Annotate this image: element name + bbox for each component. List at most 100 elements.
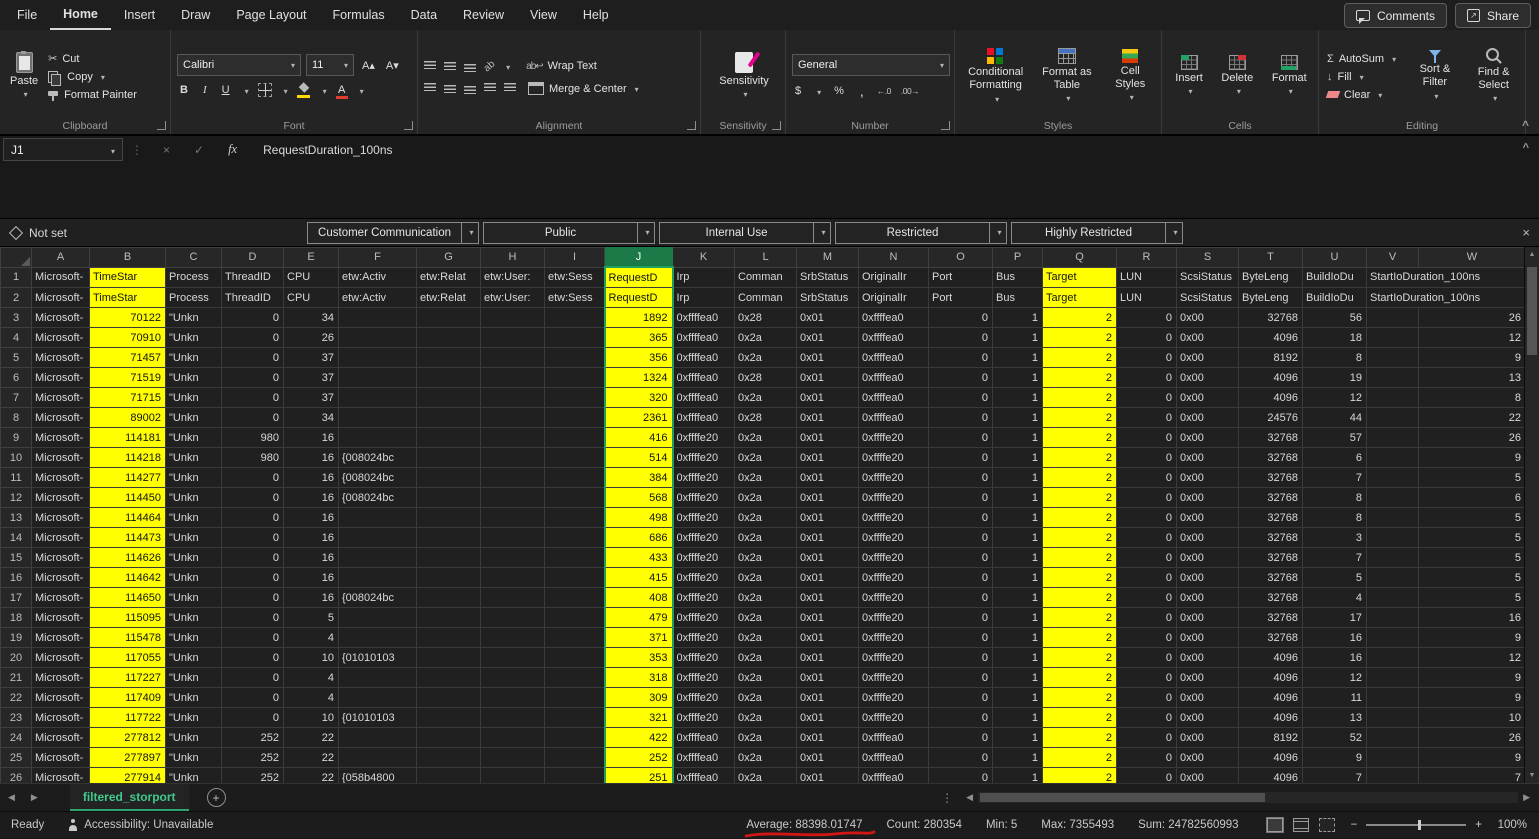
cell-W16[interactable]: 5 bbox=[1419, 568, 1525, 588]
cell-J1[interactable]: RequestD bbox=[605, 267, 673, 288]
cell-K1[interactable]: Irp bbox=[673, 267, 735, 288]
cell-E26[interactable]: 22 bbox=[284, 768, 339, 784]
cell-P11[interactable]: 1 bbox=[993, 468, 1043, 488]
cell-K20[interactable]: 0xffffe20 bbox=[673, 648, 735, 668]
cell-N8[interactable]: 0xffffea0 bbox=[859, 408, 929, 428]
number-dialog-launcher[interactable] bbox=[941, 121, 950, 130]
cell-M13[interactable]: 0x01 bbox=[797, 508, 859, 528]
scroll-right-icon[interactable]: ▶ bbox=[1518, 792, 1535, 803]
cell-E15[interactable]: 16 bbox=[284, 548, 339, 568]
cell-B15[interactable]: 114626 bbox=[90, 548, 166, 568]
cell-O9[interactable]: 0 bbox=[929, 428, 993, 448]
align-top-icon[interactable] bbox=[424, 61, 436, 72]
cell-S8[interactable]: 0x00 bbox=[1177, 408, 1239, 428]
font-color-dropdown-icon[interactable] bbox=[357, 81, 364, 99]
cell-G15[interactable] bbox=[417, 548, 481, 568]
cell-I17[interactable] bbox=[545, 588, 605, 608]
scroll-down-icon[interactable]: ▼ bbox=[1529, 768, 1536, 783]
cell-O7[interactable]: 0 bbox=[929, 388, 993, 408]
cell-F26[interactable]: {058b4800 bbox=[339, 768, 417, 784]
paste-dropdown-icon[interactable] bbox=[21, 88, 28, 101]
cell-L10[interactable]: 0x2a bbox=[735, 448, 797, 468]
vertical-scrollbar-thumb[interactable] bbox=[1527, 267, 1537, 355]
cell-P16[interactable]: 1 bbox=[993, 568, 1043, 588]
fill-dropdown-icon[interactable] bbox=[1357, 71, 1364, 83]
cell-I23[interactable] bbox=[545, 708, 605, 728]
cell-F14[interactable] bbox=[339, 528, 417, 548]
cell-O3[interactable]: 0 bbox=[929, 308, 993, 328]
cell-C15[interactable]: "Unkn bbox=[166, 548, 222, 568]
cell-P8[interactable]: 1 bbox=[993, 408, 1043, 428]
cell-K5[interactable]: 0xffffea0 bbox=[673, 348, 735, 368]
cell-C16[interactable]: "Unkn bbox=[166, 568, 222, 588]
cell-C17[interactable]: "Unkn bbox=[166, 588, 222, 608]
cell-N9[interactable]: 0xffffe20 bbox=[859, 428, 929, 448]
cell-G24[interactable] bbox=[417, 728, 481, 748]
orientation-dropdown-icon[interactable] bbox=[503, 57, 510, 75]
cell-W17[interactable]: 5 bbox=[1419, 588, 1525, 608]
cell-H9[interactable] bbox=[481, 428, 545, 448]
cell-U10[interactable]: 6 bbox=[1303, 448, 1367, 468]
cell-T3[interactable]: 32768 bbox=[1239, 308, 1303, 328]
cell-J3[interactable]: 1892 bbox=[605, 308, 673, 328]
cell-N13[interactable]: 0xffffe20 bbox=[859, 508, 929, 528]
cell-N24[interactable]: 0xffffea0 bbox=[859, 728, 929, 748]
cell-T17[interactable]: 32768 bbox=[1239, 588, 1303, 608]
cell-styles-dropdown-icon[interactable] bbox=[1127, 91, 1134, 104]
cell-T7[interactable]: 4096 bbox=[1239, 388, 1303, 408]
cell-A6[interactable]: Microsoft- bbox=[32, 368, 90, 388]
cell-S11[interactable]: 0x00 bbox=[1177, 468, 1239, 488]
cell-T15[interactable]: 32768 bbox=[1239, 548, 1303, 568]
cell-R3[interactable]: 0 bbox=[1117, 308, 1177, 328]
cell-T11[interactable]: 32768 bbox=[1239, 468, 1303, 488]
cell-E25[interactable]: 22 bbox=[284, 748, 339, 768]
cell-H14[interactable] bbox=[481, 528, 545, 548]
cell-B23[interactable]: 117722 bbox=[90, 708, 166, 728]
cell-B16[interactable]: 114642 bbox=[90, 568, 166, 588]
cell-J23[interactable]: 321 bbox=[605, 708, 673, 728]
cell-H13[interactable] bbox=[481, 508, 545, 528]
cell-L6[interactable]: 0x28 bbox=[735, 368, 797, 388]
cell-Q14[interactable]: 2 bbox=[1043, 528, 1117, 548]
cell-V16[interactable] bbox=[1367, 568, 1419, 588]
cell-A3[interactable]: Microsoft- bbox=[32, 308, 90, 328]
find-select-dropdown-icon[interactable] bbox=[1490, 92, 1497, 105]
cell-O4[interactable]: 0 bbox=[929, 328, 993, 348]
cell-L4[interactable]: 0x2a bbox=[735, 328, 797, 348]
cell-R18[interactable]: 0 bbox=[1117, 608, 1177, 628]
cell-K2[interactable]: Irp bbox=[673, 288, 735, 308]
cell-P9[interactable]: 1 bbox=[993, 428, 1043, 448]
scroll-up-icon[interactable]: ▲ bbox=[1529, 247, 1536, 262]
font-size-dropdown-icon[interactable] bbox=[341, 59, 348, 71]
cell-S18[interactable]: 0x00 bbox=[1177, 608, 1239, 628]
cell-N2[interactable]: OriginalIr bbox=[859, 288, 929, 308]
cell-L20[interactable]: 0x2a bbox=[735, 648, 797, 668]
cell-H24[interactable] bbox=[481, 728, 545, 748]
cell-W6[interactable]: 13 bbox=[1419, 368, 1525, 388]
cell-P2[interactable]: Bus bbox=[993, 288, 1043, 308]
cell-O11[interactable]: 0 bbox=[929, 468, 993, 488]
comma-style-button[interactable]: , bbox=[857, 82, 867, 100]
cell-Q17[interactable]: 2 bbox=[1043, 588, 1117, 608]
row-header-2[interactable]: 2 bbox=[1, 288, 32, 308]
fill-color-dropdown-icon[interactable] bbox=[320, 81, 327, 99]
column-header-O[interactable]: O bbox=[929, 248, 993, 268]
cell-J12[interactable]: 568 bbox=[605, 488, 673, 508]
cell-H6[interactable] bbox=[481, 368, 545, 388]
cell-L15[interactable]: 0x2a bbox=[735, 548, 797, 568]
cell-A16[interactable]: Microsoft- bbox=[32, 568, 90, 588]
cell-F5[interactable] bbox=[339, 348, 417, 368]
cell-T13[interactable]: 32768 bbox=[1239, 508, 1303, 528]
bold-button[interactable]: B bbox=[177, 83, 191, 97]
cell-T8[interactable]: 24576 bbox=[1239, 408, 1303, 428]
cell-I21[interactable] bbox=[545, 668, 605, 688]
cell-P18[interactable]: 1 bbox=[993, 608, 1043, 628]
cell-O24[interactable]: 0 bbox=[929, 728, 993, 748]
cell-V6[interactable] bbox=[1367, 368, 1419, 388]
conditional-formatting-button[interactable]: Conditional Formatting bbox=[961, 45, 1030, 108]
cell-M24[interactable]: 0x01 bbox=[797, 728, 859, 748]
cell-E22[interactable]: 4 bbox=[284, 688, 339, 708]
cell-T22[interactable]: 4096 bbox=[1239, 688, 1303, 708]
cell-T20[interactable]: 4096 bbox=[1239, 648, 1303, 668]
cell-S26[interactable]: 0x00 bbox=[1177, 768, 1239, 784]
